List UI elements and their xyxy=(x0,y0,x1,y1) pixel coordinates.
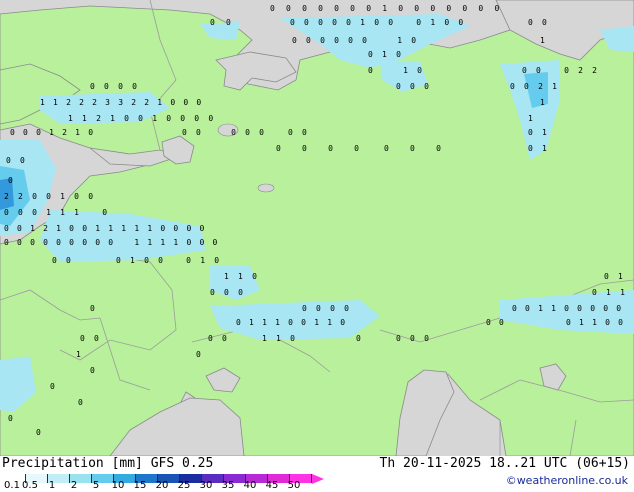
legend-label: 20 xyxy=(155,480,169,491)
forecast-time: Th 20-11-2025 18..21 UTC (06+15) xyxy=(379,456,630,471)
value-label-row: 0 0 0 xyxy=(384,144,449,153)
value-label-row: 1 1 2 1 0 0 1 0 0 0 0 xyxy=(68,114,215,123)
legend-label: 10 xyxy=(111,480,125,491)
legend-label: 30 xyxy=(199,480,213,491)
legend-label: 45 xyxy=(265,480,279,491)
value-label-row: 0 0 0 0 0 0 0 1 0 0 0 0 0 0 0 xyxy=(270,4,502,13)
value-label-row: 0 0 0 xyxy=(210,288,245,297)
value-label-row: 0 xyxy=(78,398,85,407)
legend-label: 0.5 xyxy=(22,480,38,491)
value-label-row: 0 1 0 xyxy=(368,66,424,75)
value-label-row: 0 0 xyxy=(528,18,549,27)
value-label-row: 1 1 0 xyxy=(224,272,259,281)
legend-label: 15 xyxy=(133,480,147,491)
value-label-row: 0 0 xyxy=(80,334,101,343)
value-label-row: 0 0 0 0 0 1 0 0 0 1 0 0 xyxy=(290,18,465,27)
value-label-row: 0 1 1 xyxy=(592,288,627,297)
value-label-row: 0 0 2 1 xyxy=(510,82,559,91)
value-label-row: 2 2 0 0 1 0 0 xyxy=(4,192,95,201)
value-label-row: 0 0 xyxy=(486,318,506,327)
value-label-row: 1 xyxy=(76,350,83,359)
site-credit-link[interactable]: ©weatheronline.co.uk xyxy=(506,474,628,487)
value-label-row: 1 xyxy=(528,114,535,123)
rybinsk-reservoir xyxy=(257,183,275,193)
legend-labels: 0.1 0.5 1 2 5 10 15 20 25 30 35 40 45 50 xyxy=(4,480,324,492)
value-label-row: 1 xyxy=(540,98,547,107)
value-label-row: 0 0 0 2 2 xyxy=(522,66,599,75)
value-label-row: 0 0 0 xyxy=(396,82,431,91)
value-label-row: 0 1 xyxy=(528,128,549,137)
value-label-row: 0 0 0 0 xyxy=(90,82,139,91)
value-label-row: 0 0 1 1 0 0 0 0 0 xyxy=(512,304,623,313)
value-label-row: 0 1 0 xyxy=(368,50,403,59)
value-label-row: 0 1 1 1 0 0 1 1 0 xyxy=(236,318,347,327)
precipitation-map: 0 0 0 0 0 0 0 1 0 0 0 0 0 0 00 00 0 0 0 … xyxy=(0,0,634,456)
legend-label: 40 xyxy=(243,480,257,491)
value-label-row: 0 0 0 0 xyxy=(276,144,367,153)
value-label-row: 0 0 0 0 0 xyxy=(182,128,266,137)
value-label-row: 0 1 xyxy=(528,144,549,153)
value-label-row: 0 1 1 0 0 xyxy=(566,318,625,327)
value-label-row: 0 0 0 1 2 1 0 xyxy=(10,128,95,137)
value-label-row: 0 1 0 0 0 1 0 xyxy=(116,256,221,265)
value-label-row: 0 xyxy=(196,350,203,359)
value-label-row: 0 xyxy=(8,414,15,423)
legend-label: 2 xyxy=(70,480,78,491)
value-label-row: 0 0 xyxy=(288,128,309,137)
map-footer: Precipitation [mm] GFS 0.25 Th 20-11-202… xyxy=(0,456,634,492)
value-label-row: 0 0 xyxy=(210,18,234,27)
value-label-row: 0 xyxy=(90,366,97,375)
value-label-row: 0 0 0 0 0 0 1 0 xyxy=(292,36,418,45)
value-label-row: 0 0 xyxy=(52,256,73,265)
legend-label: 5 xyxy=(92,480,100,491)
value-label-row: 0 0 0 xyxy=(396,334,431,343)
legend-label: 1 xyxy=(48,480,56,491)
value-label-row: 0 xyxy=(50,382,57,391)
value-label-row: 0 0 0 0 0 0 0 0 0 1 1 1 1 0 0 0 xyxy=(4,238,219,247)
value-label-row: 0 1 xyxy=(604,272,625,281)
value-label-row: 0 xyxy=(90,304,97,313)
value-label-row: 0 0 xyxy=(6,156,27,165)
value-label-row: 0 xyxy=(36,428,43,437)
value-label-row: 0 xyxy=(8,176,15,185)
map-title: Precipitation [mm] GFS 0.25 xyxy=(2,456,214,471)
legend-label: 35 xyxy=(221,480,235,491)
value-label-row: 0 0 0 1 1 1 0 xyxy=(4,208,109,217)
value-label-row: 1 1 2 2 2 3 3 2 2 1 0 0 0 xyxy=(40,98,203,107)
legend-label: 0.1 xyxy=(4,480,20,491)
value-label-row: 0 0 xyxy=(208,334,229,343)
value-label-row: 1 1 0 xyxy=(262,334,297,343)
value-label-row: 0 0 1 2 1 0 0 1 1 1 1 1 0 0 0 0 xyxy=(4,224,206,233)
legend-label: 50 xyxy=(287,480,301,491)
value-label-row: 0 xyxy=(356,334,363,343)
value-label-row: 0 0 0 0 xyxy=(302,304,351,313)
value-label-row: 1 xyxy=(540,36,547,45)
legend-label: 25 xyxy=(177,480,191,491)
